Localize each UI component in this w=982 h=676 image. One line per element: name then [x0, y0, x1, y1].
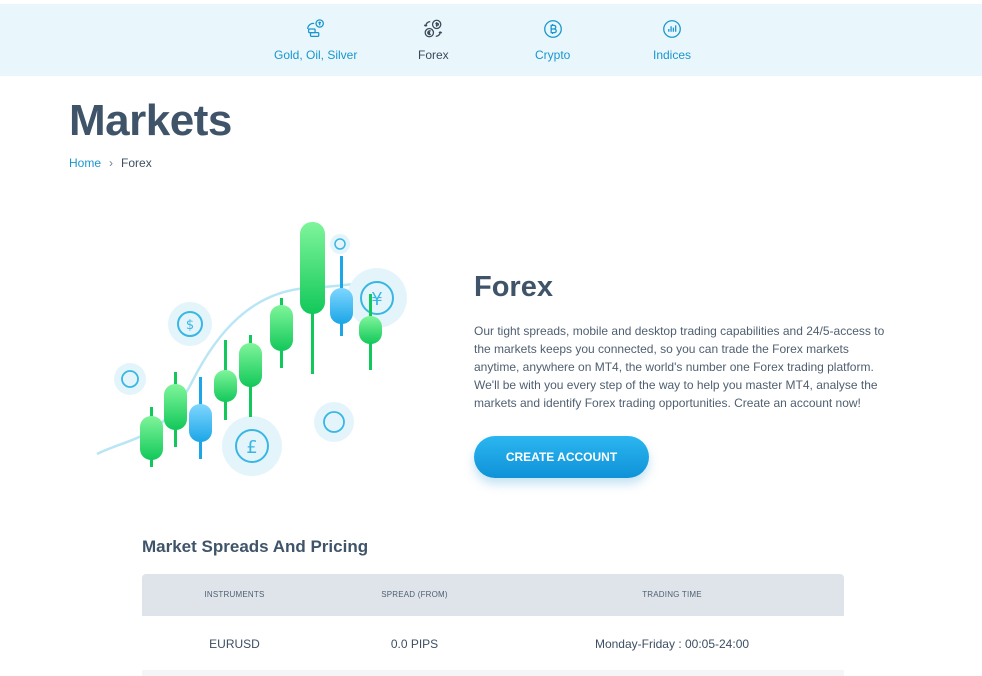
- page-title: Markets: [69, 96, 232, 145]
- breadcrumb-current: Forex: [121, 156, 152, 170]
- candlestick: [330, 256, 353, 336]
- forex-candlestick-illustration: $ £ ¥: [96, 222, 407, 476]
- candlestick: [140, 407, 163, 467]
- column-header-trading-time: TRADING TIME: [642, 590, 702, 599]
- cell-spread: 0.0 PIPS: [390, 637, 439, 651]
- pricing-section-title: Market Spreads And Pricing: [142, 537, 369, 556]
- chart-bars-icon: [661, 18, 683, 40]
- pricing-table: INSTRUMENTS SPREAD (FROM) TRADING TIME E…: [142, 574, 844, 676]
- svg-text:$: $: [186, 318, 194, 333]
- nav-label-forex: Forex: [418, 48, 449, 62]
- candlestick: [164, 372, 187, 447]
- hero-description: Our tight spreads, mobile and desktop tr…: [474, 324, 885, 410]
- column-header-spread: SPREAD (FROM): [381, 590, 448, 599]
- nav-label-indices: Indices: [653, 48, 692, 62]
- breadcrumb-separator: ›: [109, 156, 114, 170]
- svg-text:£: £: [246, 437, 257, 458]
- small-coin-icon: [330, 234, 350, 254]
- table-row-next: [142, 670, 844, 676]
- svg-text:¥: ¥: [371, 289, 382, 310]
- candlestick: [270, 298, 293, 368]
- nav-item-crypto[interactable]: Crypto: [535, 18, 570, 62]
- create-account-button[interactable]: CREATE ACCOUNT: [474, 436, 649, 478]
- table-row: EURUSD 0.0 PIPS Monday-Friday : 00:05-24…: [142, 616, 844, 670]
- currency-exchange-icon: [422, 18, 444, 40]
- candlestick: [214, 340, 237, 420]
- nav-label-commodities: Gold, Oil, Silver: [274, 48, 358, 62]
- breadcrumb-home-link[interactable]: Home: [69, 156, 101, 170]
- candlestick: [189, 377, 212, 459]
- column-header-instruments: INSTRUMENTS: [204, 590, 265, 599]
- breadcrumb: Home › Forex: [69, 156, 152, 170]
- table-header: INSTRUMENTS SPREAD (FROM) TRADING TIME: [142, 574, 844, 616]
- commodities-icon: [305, 18, 327, 40]
- nav-label-crypto: Crypto: [535, 48, 571, 62]
- market-category-nav: Gold, Oil, Silver Forex Crypto Indices: [0, 4, 982, 76]
- coin-icon: [314, 402, 354, 442]
- pound-coin-icon: £: [222, 416, 282, 476]
- nav-item-commodities[interactable]: Gold, Oil, Silver: [274, 18, 357, 62]
- dollar-coin-icon: $: [168, 302, 212, 346]
- nav-item-indices[interactable]: Indices: [653, 18, 691, 62]
- euro-coin-icon: [114, 363, 146, 395]
- cell-instrument: EURUSD: [209, 637, 260, 651]
- hero-heading: Forex: [474, 271, 553, 303]
- nav-item-forex[interactable]: Forex: [418, 18, 449, 62]
- candlestick: [239, 335, 262, 417]
- candlestick: [300, 222, 325, 374]
- bitcoin-icon: [542, 18, 564, 40]
- cell-trading-time: Monday-Friday : 00:05-24:00: [594, 637, 750, 651]
